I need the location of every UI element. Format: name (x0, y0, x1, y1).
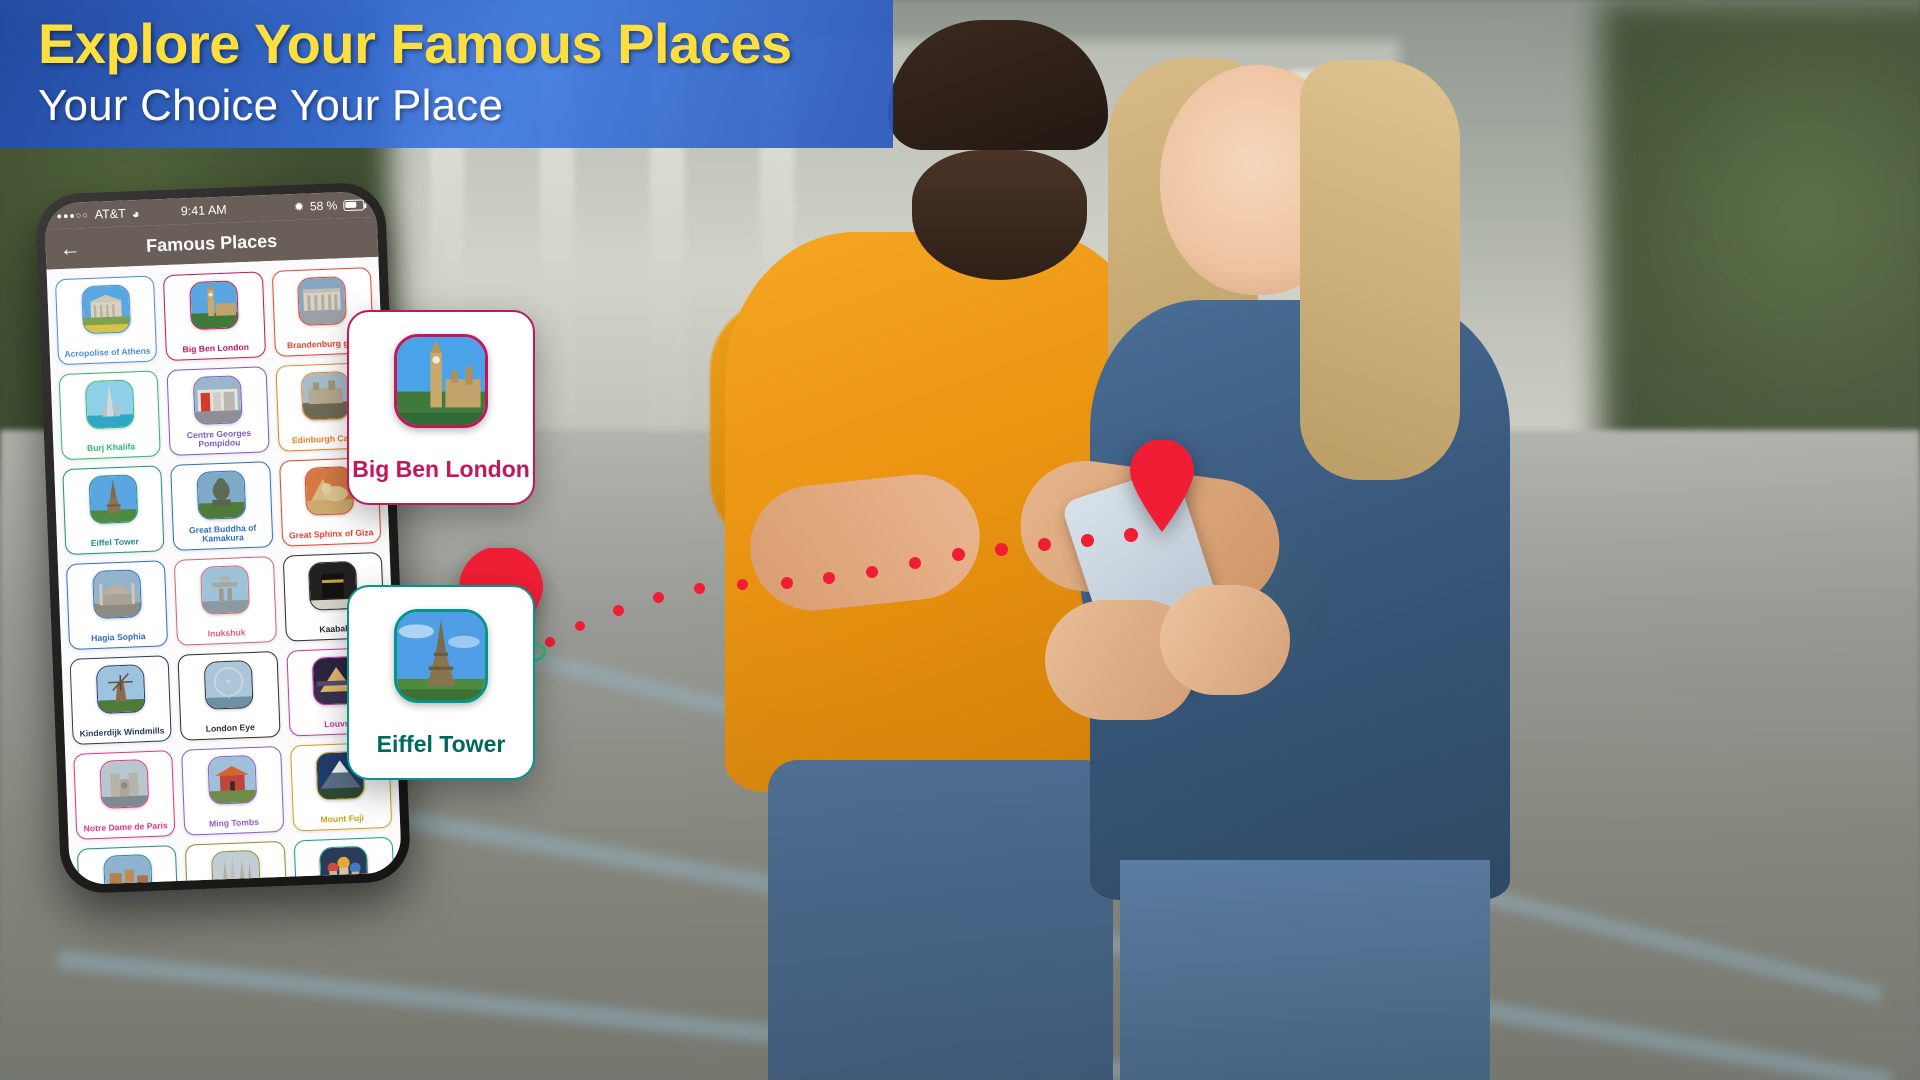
route-dot (1081, 534, 1094, 547)
place-tile[interactable]: Great Buddha of Kamakura (170, 461, 274, 551)
route-dot (952, 548, 965, 561)
photo-vignette (690, 0, 1920, 1080)
couple-photo (690, 0, 1920, 1080)
place-tile-label: Centre Georges Pompidou (186, 427, 252, 450)
place-tile[interactable]: Saint Basils Cathedral (293, 836, 396, 886)
place-tile[interactable]: Ming Tombs (181, 745, 284, 836)
page-subtitle: Your Choice Your Place (38, 81, 504, 131)
floating-card-label: Big Ben London (352, 456, 530, 482)
route-dot (823, 572, 835, 584)
place-tile-label: Ming Tombs (208, 817, 260, 830)
route-dot (866, 566, 878, 578)
place-thumbnail (192, 375, 243, 426)
place-tile-label: Acropolise of Athens (64, 346, 151, 360)
floating-card-big-ben-london[interactable]: Big Ben London (347, 310, 535, 505)
route-dot (694, 583, 705, 594)
wifi-icon: ◕ (131, 205, 140, 221)
place-tile-label: Great Buddha of Kamakura (188, 522, 257, 545)
place-thumbnail (189, 280, 239, 331)
route-dot (1038, 538, 1051, 551)
route-dot (737, 579, 748, 590)
route-dot (995, 543, 1008, 556)
place-thumbnail (102, 854, 153, 886)
place-tile[interactable]: Roman Forum (76, 845, 180, 886)
place-thumbnail (88, 474, 138, 525)
place-tile-label: London Eye (205, 722, 256, 735)
route-dot (613, 605, 624, 616)
place-tile[interactable]: Notre Dame de Paris (73, 750, 176, 840)
app-bar-title: Famous Places (145, 230, 278, 256)
place-thumbnail (211, 849, 261, 886)
place-thumbnail (80, 284, 131, 335)
battery-icon (343, 198, 365, 211)
hero-text-block: Explore Your Famous Places Your Choice Y… (0, 0, 893, 148)
place-tile[interactable]: Eiffel Tower (62, 465, 165, 556)
place-thumbnail (84, 379, 135, 430)
place-tile[interactable]: Big Ben London (163, 271, 266, 362)
place-thumbnail (301, 371, 351, 421)
place-tile[interactable]: Acropolise of Athens (54, 275, 158, 366)
battery-label: 58 % (309, 198, 338, 214)
place-tile-label: Notre Dame de Paris (83, 820, 168, 834)
place-tile-label: Hagia Sophia (91, 631, 146, 644)
place-thumbnail (91, 569, 142, 620)
floating-card-eiffel-tower[interactable]: Eiffel Tower (347, 585, 535, 780)
place-thumbnail (297, 276, 348, 326)
route-dot (575, 621, 585, 631)
place-tile[interactable]: Kinderdijk Windmills (69, 655, 173, 745)
place-tile-label: Mount Fuji (320, 813, 365, 825)
floating-card-label: Eiffel Tower (376, 731, 506, 757)
phone-screen: ●●●○○ AT&T ◕ 9:41 AM ✹ 58 % ← Famous Pla… (44, 190, 402, 886)
place-tile-label: Inukshuk (207, 627, 246, 640)
phone-mockup: ●●●○○ AT&T ◕ 9:41 AM ✹ 58 % ← Famous Pla… (34, 181, 412, 895)
place-thumbnail (203, 659, 254, 710)
place-tile[interactable]: Sagrada Famila (185, 840, 288, 886)
place-thumbnail (196, 470, 247, 520)
route-dot (653, 592, 664, 603)
place-tile-label: Eiffel Tower (90, 536, 139, 549)
route-dot (781, 577, 793, 589)
place-thumbnail (319, 845, 370, 886)
place-tile[interactable]: Inukshuk (174, 556, 277, 646)
map-pin-bigben[interactable] (1128, 440, 1196, 532)
place-tile-label: Great Sphinx of Giza (288, 527, 374, 541)
floating-card-image (394, 334, 488, 428)
place-thumbnail (99, 759, 149, 809)
place-tile-label: Kinderdijk Windmills (79, 725, 165, 740)
place-tile-label: Big Ben London (182, 342, 250, 355)
clock-label: 9:41 AM (180, 202, 227, 219)
place-thumbnail (95, 664, 146, 714)
place-tile-label: Burj Khalifa (86, 441, 136, 454)
floating-card-image (394, 609, 488, 703)
place-tile[interactable]: Burj Khalifa (58, 370, 162, 461)
carrier-label: AT&T (94, 206, 126, 222)
place-tile[interactable]: Hagia Sophia (65, 560, 169, 650)
page-title: Explore Your Famous Places (38, 12, 792, 75)
signal-dots-icon: ●●●○○ (56, 209, 89, 222)
place-thumbnail (207, 754, 258, 805)
route-dot (909, 557, 921, 569)
bluetooth-icon: ✹ (293, 199, 305, 215)
place-tile[interactable]: Centre Georges Pompidou (166, 366, 270, 456)
back-arrow-icon[interactable]: ← (59, 237, 81, 261)
place-tile[interactable]: London Eye (177, 651, 281, 741)
place-thumbnail (200, 565, 250, 615)
phone-body: ●●●○○ AT&T ◕ 9:41 AM ✹ 58 % ← Famous Pla… (34, 181, 412, 895)
